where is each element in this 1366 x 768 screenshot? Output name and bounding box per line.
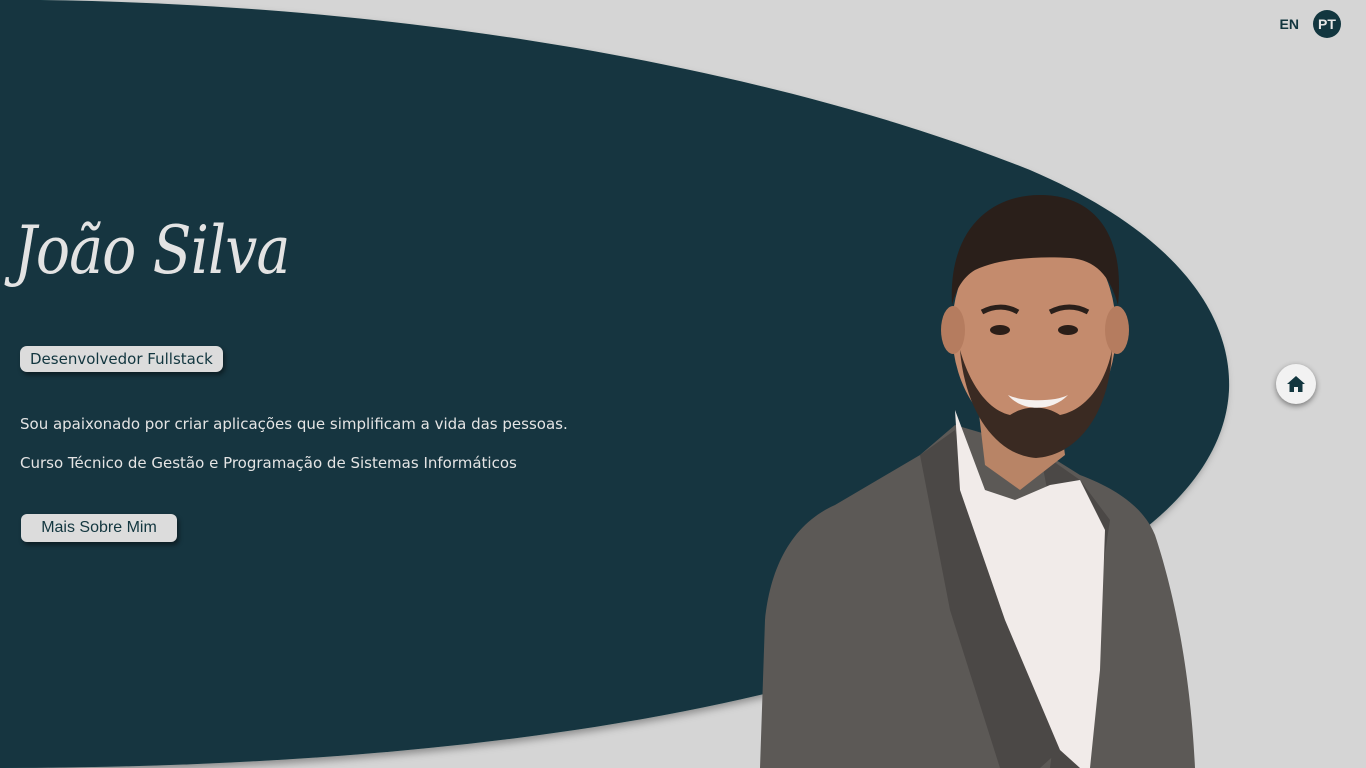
lang-option-pt[interactable]: PT [1313, 10, 1341, 38]
home-button[interactable] [1276, 364, 1316, 404]
role-badge: Desenvolvedor Fullstack [20, 346, 223, 372]
home-icon [1287, 376, 1305, 392]
lang-option-en[interactable]: EN [1280, 16, 1299, 32]
more-about-me-button[interactable]: Mais Sobre Mim [21, 514, 177, 542]
hero-name: João Silva [14, 212, 290, 289]
language-switcher: EN PT [1280, 10, 1341, 38]
profile-photo [760, 195, 1195, 768]
hero-course: Curso Técnico de Gestão e Programação de… [20, 454, 517, 472]
hero-tagline: Sou apaixonado por criar aplicações que … [20, 415, 568, 433]
page: EN PT João Silva Desenvolvedor Fullstack… [0, 0, 1366, 768]
